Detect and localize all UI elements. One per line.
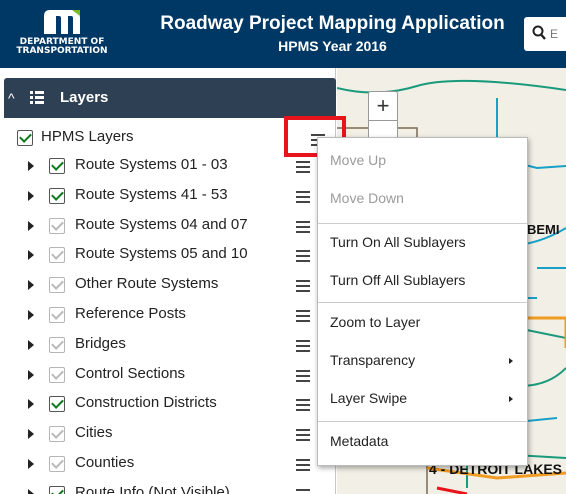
app-title: Roadway Project Mapping Application: [160, 13, 505, 34]
checkbox[interactable]: [49, 218, 65, 234]
layer-options-button[interactable]: [296, 250, 310, 262]
menu-item-move-up[interactable]: Move Up: [318, 142, 527, 180]
mndot-logo[interactable]: DEPARTMENT OF TRANSPORTATION: [14, 6, 110, 62]
menu-item-label: Move Up: [330, 152, 387, 168]
layer-label: Counties: [75, 454, 135, 471]
menu-item-label: Turn On All Sublayers: [330, 234, 466, 250]
layer-label: Reference Posts: [75, 305, 186, 322]
checkbox[interactable]: [49, 158, 65, 174]
zoom-divider: [369, 120, 397, 121]
checkbox[interactable]: [49, 396, 65, 412]
checkbox[interactable]: [49, 486, 65, 494]
layer-label: Route Info (Not Visible): [75, 484, 230, 494]
menu-item-label: Transparency: [330, 352, 416, 368]
layer-item[interactable]: Bridges: [0, 331, 336, 359]
layer-options-button[interactable]: [296, 459, 310, 471]
expand-arrow-icon[interactable]: [28, 340, 34, 350]
menu-item-label: Move Down: [330, 190, 404, 206]
app-header: DEPARTMENT OF TRANSPORTATION Roadway Pro…: [0, 0, 566, 68]
layer-label: Route Systems 04 and 07: [75, 216, 248, 233]
layer-item[interactable]: Route Systems 41 - 53: [0, 182, 336, 210]
checkbox[interactable]: [49, 367, 65, 383]
layer-options-button[interactable]: [296, 370, 310, 382]
layer-options-button[interactable]: [296, 161, 310, 173]
logo-text: DEPARTMENT OF TRANSPORTATION: [16, 37, 108, 56]
layer-label: Construction Districts: [75, 394, 217, 411]
layer-item[interactable]: Construction Districts: [0, 390, 336, 418]
expand-arrow-icon[interactable]: [28, 310, 34, 320]
expand-arrow-icon[interactable]: [28, 429, 34, 439]
menu-item-transparency[interactable]: Transparency: [318, 342, 527, 380]
expand-arrow-icon[interactable]: [28, 370, 34, 380]
search-placeholder: E: [550, 27, 559, 41]
checkbox[interactable]: [49, 426, 65, 442]
map-label-bemi: BEMI: [527, 222, 560, 237]
checkbox[interactable]: [17, 130, 33, 146]
checkbox[interactable]: [49, 307, 65, 323]
checkbox[interactable]: [49, 277, 65, 293]
layer-item[interactable]: Counties: [0, 450, 336, 478]
layer-options-button[interactable]: [296, 280, 310, 292]
layer-label: Control Sections: [75, 365, 186, 382]
checkbox[interactable]: [49, 456, 65, 472]
layer-item[interactable]: Cities: [0, 420, 336, 448]
expand-arrow-icon[interactable]: [28, 280, 34, 290]
expand-arrow-icon[interactable]: [28, 161, 34, 171]
menu-item-label: Metadata: [330, 433, 389, 449]
layers-panel-header[interactable]: ^ Layers: [4, 78, 336, 118]
expand-arrow-icon[interactable]: [28, 489, 34, 494]
menu-item-label: Turn Off All Sublayers: [330, 272, 466, 288]
layers-panel-title: Layers: [60, 89, 109, 106]
layer-options-button[interactable]: [296, 310, 310, 322]
menu-item-layer-swipe[interactable]: Layer Swipe: [318, 380, 527, 418]
layer-options-button[interactable]: [296, 429, 310, 441]
checkbox[interactable]: [49, 247, 65, 263]
expand-arrow-icon[interactable]: [28, 221, 34, 231]
submenu-arrow-icon: [509, 396, 513, 402]
search-icon: [532, 25, 546, 40]
app-subtitle: HPMS Year 2016: [278, 38, 387, 54]
submenu-arrow-icon: [509, 358, 513, 364]
layer-label: Route Systems 05 and 10: [75, 245, 248, 262]
menu-item-turn-on-sublayers[interactable]: Turn On All Sublayers: [318, 224, 527, 262]
layer-label: Bridges: [75, 335, 126, 352]
expand-arrow-icon[interactable]: [28, 459, 34, 469]
mn-logo-icon: [44, 10, 80, 34]
layer-item[interactable]: Control Sections: [0, 361, 336, 389]
layer-label: HPMS Layers: [41, 128, 134, 145]
layer-item[interactable]: Reference Posts: [0, 301, 336, 329]
layer-label: Route Systems 01 - 03: [75, 156, 228, 173]
checkbox[interactable]: [49, 337, 65, 353]
layer-item[interactable]: Route Info (Not Visible): [0, 480, 336, 494]
layer-label: Route Systems 41 - 53: [75, 186, 228, 203]
checkbox[interactable]: [49, 188, 65, 204]
menu-item-metadata[interactable]: Metadata: [318, 423, 527, 461]
search-box[interactable]: E: [524, 17, 566, 51]
menu-item-move-down[interactable]: Move Down: [318, 180, 527, 218]
layer-options-button[interactable]: [296, 191, 310, 203]
expand-arrow-icon[interactable]: [28, 399, 34, 409]
menu-item-label: Zoom to Layer: [330, 314, 421, 330]
layer-options-button[interactable]: [296, 340, 310, 352]
layer-options-button[interactable]: [296, 399, 310, 411]
zoom-in-button[interactable]: +: [369, 92, 397, 120]
layer-label: Cities: [75, 424, 113, 441]
menu-item-turn-off-sublayers[interactable]: Turn Off All Sublayers: [318, 262, 527, 300]
expand-arrow-icon[interactable]: [28, 191, 34, 201]
menu-item-label: Layer Swipe: [330, 390, 408, 406]
menu-divider: [318, 302, 527, 303]
layer-options-button[interactable]: [296, 221, 310, 233]
expand-arrow-icon[interactable]: [28, 250, 34, 260]
list-icon: [30, 91, 44, 104]
layer-item[interactable]: Route Systems 04 and 07: [0, 212, 336, 240]
layer-context-menu: Move Up Move Down Turn On All Sublayers …: [317, 137, 528, 466]
menu-divider: [318, 421, 527, 422]
menu-item-zoom-to-layer[interactable]: Zoom to Layer: [318, 304, 527, 342]
collapse-caret-icon[interactable]: ^: [8, 90, 15, 106]
layer-options-button[interactable]: [296, 489, 310, 494]
layer-item[interactable]: Route Systems 05 and 10: [0, 241, 336, 269]
layer-label: Other Route Systems: [75, 275, 219, 292]
layer-item[interactable]: Other Route Systems: [0, 271, 336, 299]
